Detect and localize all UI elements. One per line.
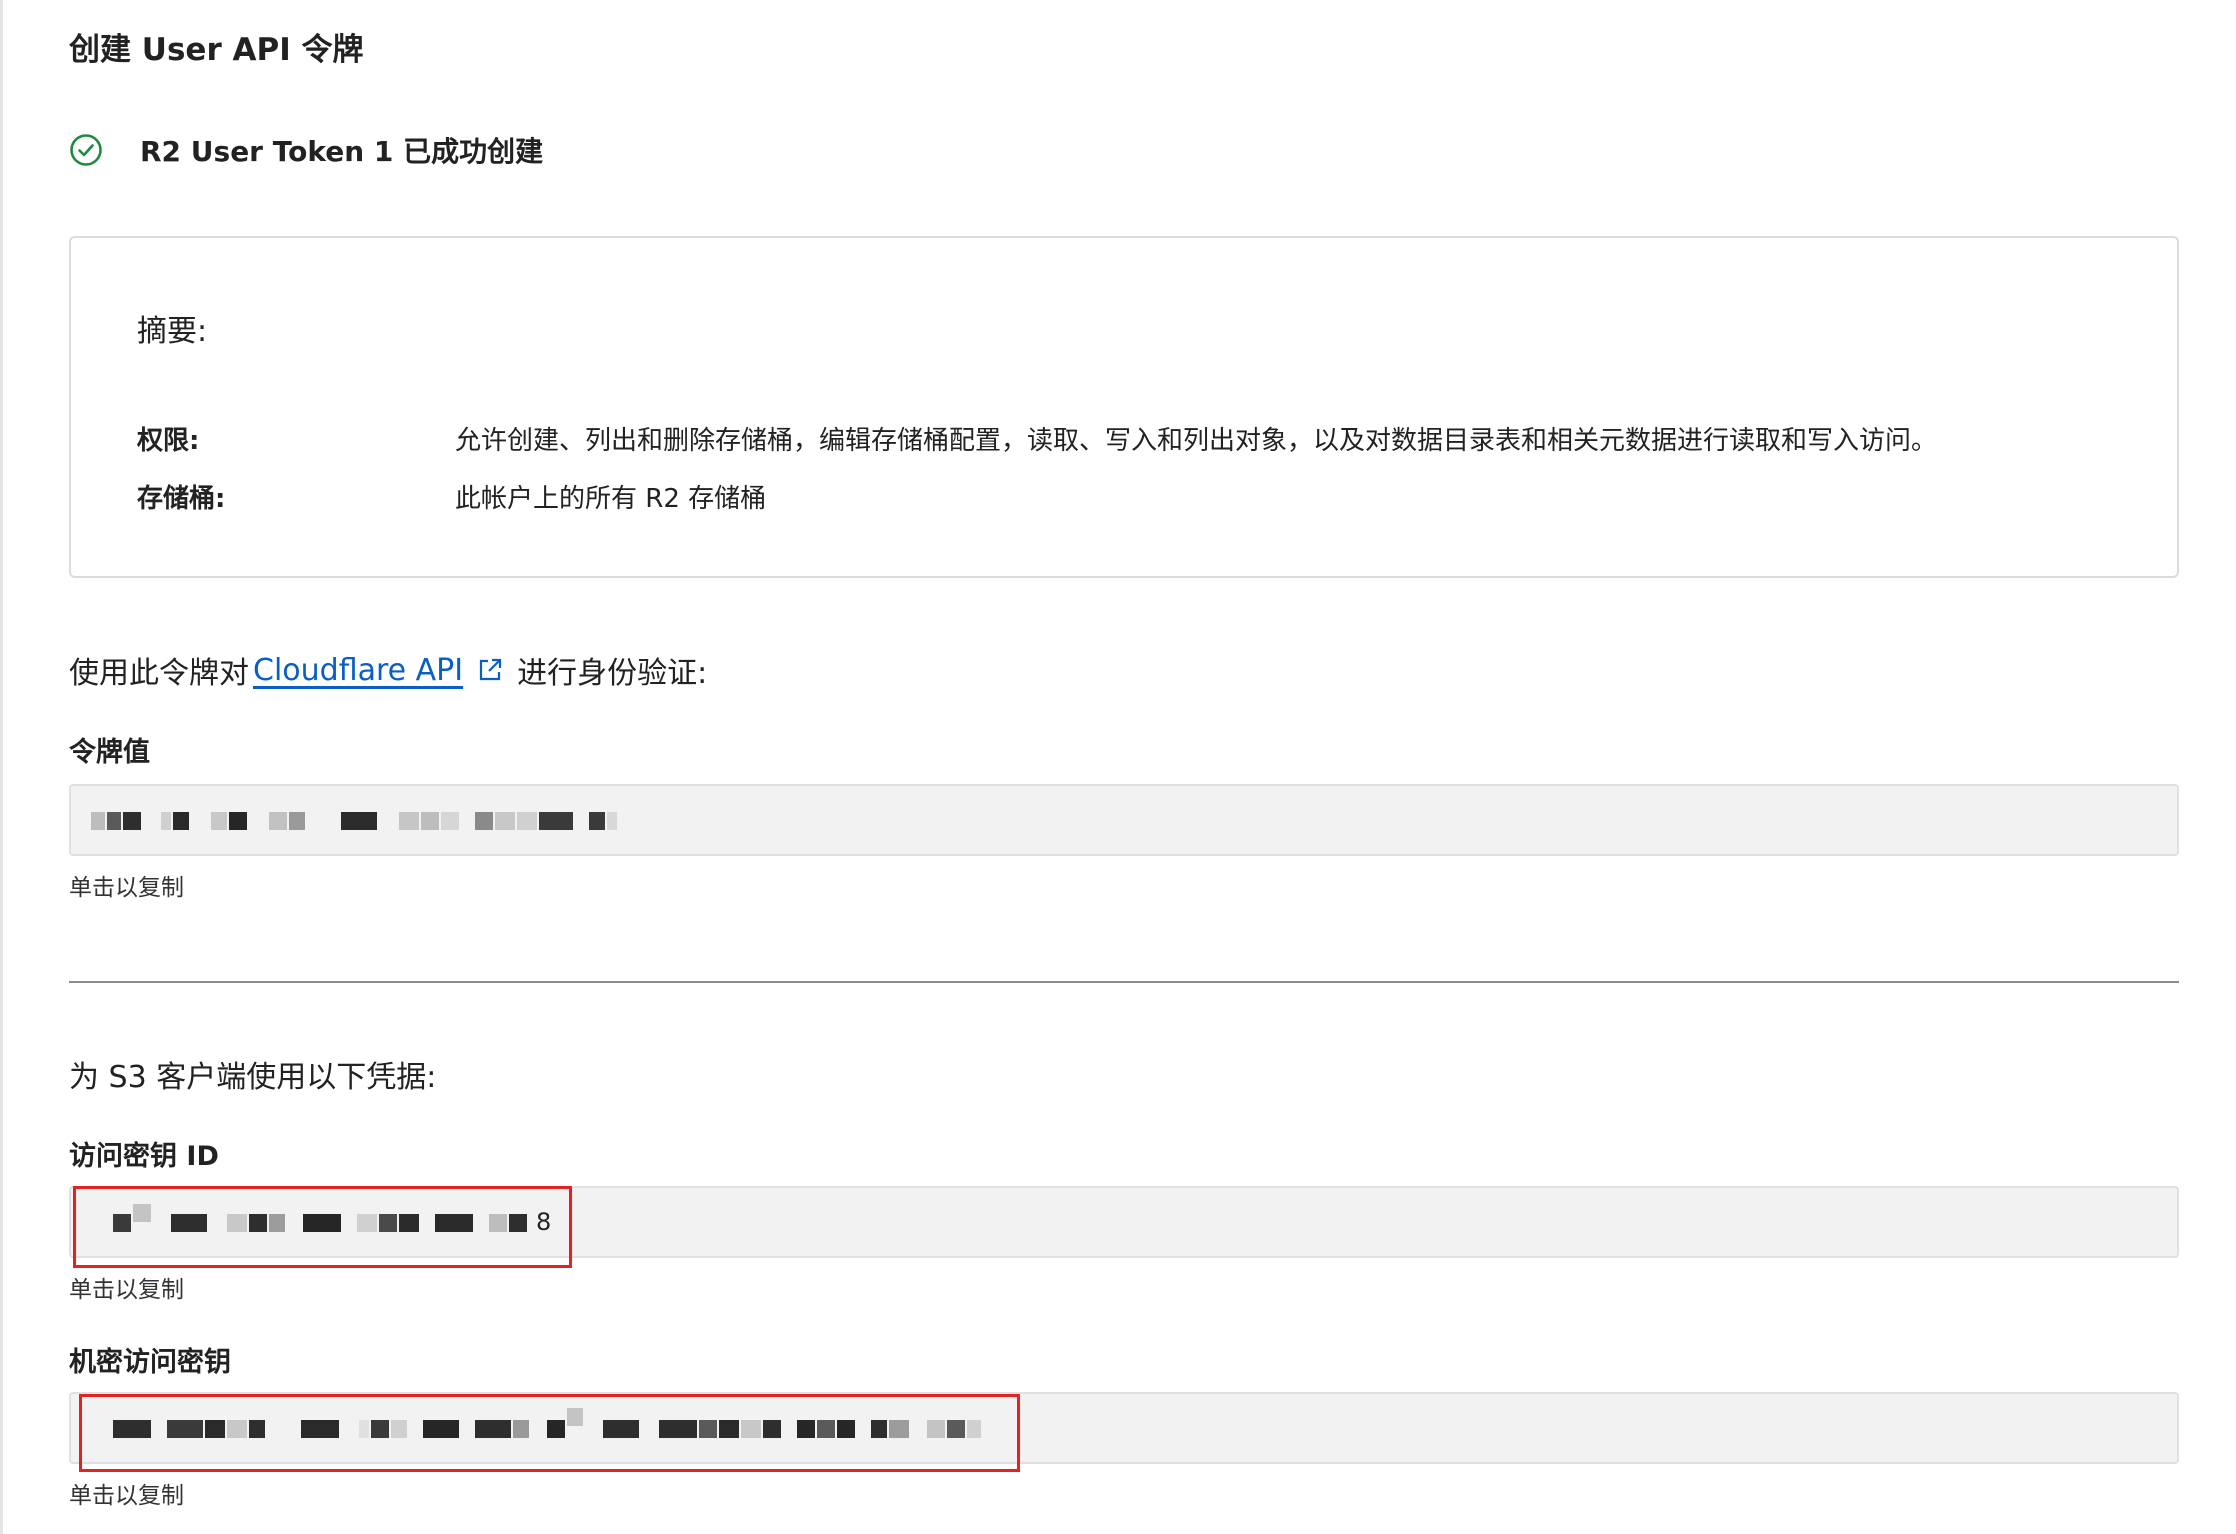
auth-suffix: 进行身份验证: xyxy=(517,656,708,691)
access-key-copy-hint[interactable]: 单击以复制 xyxy=(69,1270,184,1304)
external-link-icon[interactable] xyxy=(477,657,503,683)
summary-label: 存储桶: xyxy=(137,483,226,514)
secret-access-key-field[interactable] xyxy=(69,1392,2179,1464)
success-banner: R2 User Token 1 已成功创建 xyxy=(69,130,543,170)
success-message: R2 User Token 1 已成功创建 xyxy=(140,135,544,168)
token-value-label: 令牌值 xyxy=(69,737,150,768)
cloudflare-api-link[interactable]: Cloudflare API xyxy=(253,653,463,688)
secret-key-copy-hint[interactable]: 单击以复制 xyxy=(69,1476,184,1510)
auth-prefix: 使用此令牌对 xyxy=(69,656,249,691)
auth-instruction: 使用此令牌对 Cloudflare API 进行身份验证: xyxy=(69,648,707,692)
summary-card: 摘要: 权限: 允许创建、列出和删除存储桶，编辑存储桶配置，读取、写入和列出对象… xyxy=(69,236,2179,578)
summary-row-permissions: 权限: 允许创建、列出和删除存储桶，编辑存储桶配置，读取、写入和列出对象，以及对… xyxy=(137,418,1937,458)
summary-value: 此帐户上的所有 R2 存储桶 xyxy=(455,483,767,514)
section-divider xyxy=(69,981,2179,983)
page-left-border xyxy=(0,0,3,1534)
check-circle-icon xyxy=(69,133,103,167)
summary-heading: 摘要: xyxy=(137,314,208,349)
summary-label: 权限: xyxy=(137,425,200,456)
redacted-secret-access-key xyxy=(113,1408,983,1442)
redacted-token-value xyxy=(91,808,619,834)
access-key-id-label: 访问密钥 ID xyxy=(69,1141,219,1172)
secret-access-key-label: 机密访问密钥 xyxy=(69,1347,231,1378)
summary-row-buckets: 存储桶: 此帐户上的所有 R2 存储桶 xyxy=(137,476,766,516)
token-copy-hint[interactable]: 单击以复制 xyxy=(69,868,184,902)
token-created-page: 创建 User API 令牌 R2 User Token 1 已成功创建 摘要:… xyxy=(69,0,2181,1534)
access-key-id-field[interactable]: 8 xyxy=(69,1186,2179,1258)
s3-credentials-heading: 为 S3 客户端使用以下凭据: xyxy=(69,1060,437,1095)
access-key-id-tail: 8 xyxy=(536,1208,552,1236)
page-title: 创建 User API 令牌 xyxy=(69,32,364,68)
redacted-access-key-id xyxy=(113,1204,529,1236)
token-value-field[interactable] xyxy=(69,784,2179,856)
summary-value: 允许创建、列出和删除存储桶，编辑存储桶配置，读取、写入和列出对象，以及对数据目录… xyxy=(455,425,1938,456)
